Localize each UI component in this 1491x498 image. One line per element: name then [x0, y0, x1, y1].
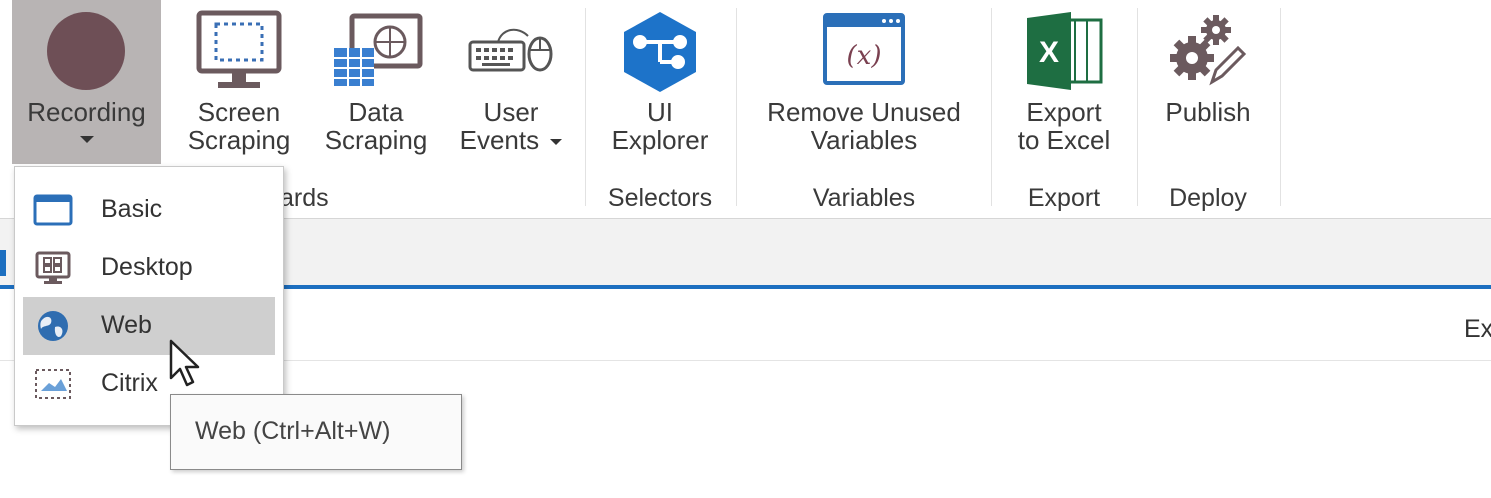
screen-scraping-button[interactable]: Screen Scraping	[176, 0, 302, 164]
svg-text:X: X	[1039, 36, 1059, 69]
variables-group-label: Variables	[812, 184, 916, 212]
group-divider	[991, 8, 992, 206]
data-scraping-line1: Data	[348, 97, 404, 127]
deploy-group-label: Deploy	[1169, 184, 1247, 212]
recording-button[interactable]: Recording	[12, 0, 161, 164]
menu-item-web-label: Web	[101, 311, 152, 339]
screen-scraping-icon	[196, 10, 282, 88]
remove-unused-variables-button[interactable]: (x) Remove Unused Variables	[748, 0, 980, 164]
menu-item-citrix-label: Citrix	[101, 369, 158, 397]
group-divider	[585, 8, 586, 206]
globe-icon	[38, 311, 68, 341]
ui-explorer-icon	[624, 12, 696, 92]
menu-item-web[interactable]: Web	[23, 297, 275, 355]
basic-window-icon	[33, 194, 73, 226]
variable-icon: (x)	[823, 13, 905, 85]
user-events-button[interactable]: User Events	[448, 0, 574, 164]
ui-explorer-line2: Explorer	[611, 125, 709, 155]
screen-scraping-line2: Scraping	[187, 125, 291, 155]
keyboard-mouse-icon	[468, 28, 553, 72]
data-scraping-icon	[334, 13, 423, 86]
group-divider	[1280, 8, 1281, 206]
export-to-excel-button[interactable]: X Export to Excel	[1003, 0, 1125, 164]
user-events-line2-wrap: Events	[448, 126, 574, 154]
ui-explorer-button[interactable]: UI Explorer	[598, 0, 722, 164]
data-scraping-button[interactable]: Data Scraping	[314, 0, 438, 164]
recording-label: Recording	[27, 97, 146, 127]
group-divider	[736, 8, 737, 206]
user-events-line2: Events	[459, 125, 540, 155]
desktop-icon	[35, 251, 71, 284]
group-divider	[1137, 8, 1138, 206]
data-scraping-line2: Scraping	[324, 125, 428, 155]
citrix-icon	[35, 369, 71, 399]
excel-icon: X	[1027, 12, 1103, 90]
remove-unused-line2: Variables	[810, 125, 918, 155]
selectors-group-label: Selectors	[607, 184, 713, 212]
chevron-down-icon	[80, 136, 94, 143]
menu-item-basic[interactable]: Basic	[23, 181, 275, 239]
ui-explorer-line1: UI	[647, 97, 673, 127]
mouse-pointer-icon	[169, 339, 200, 387]
menu-item-basic-label: Basic	[101, 195, 163, 223]
gears-icon	[1170, 15, 1247, 86]
chevron-down-icon	[550, 139, 563, 146]
record-icon	[47, 12, 125, 90]
svg-text:(x): (x)	[847, 41, 882, 71]
tooltip: Web (Ctrl+Alt+W)	[170, 394, 462, 470]
export-excel-line1: Export	[1026, 97, 1102, 127]
remove-unused-line1: Remove Unused	[767, 97, 961, 127]
user-events-line1: User	[483, 97, 539, 127]
menu-item-desktop[interactable]: Desktop	[23, 239, 275, 297]
content-partial-text: Ex	[1464, 315, 1491, 343]
panel-tab-marker[interactable]	[0, 250, 6, 276]
tooltip-text: Web (Ctrl+Alt+W)	[195, 417, 391, 445]
publish-label: Publish	[1165, 97, 1251, 127]
screen-scraping-line1: Screen	[197, 97, 281, 127]
menu-item-desktop-label: Desktop	[101, 253, 193, 281]
publish-button[interactable]: Publish	[1148, 0, 1268, 164]
export-excel-line2: to Excel	[1017, 125, 1111, 155]
wizards-group-text: ards	[280, 184, 329, 212]
export-group-label: Export	[1027, 184, 1101, 212]
recording-dropdown-menu: Basic Desktop Web Citrix	[14, 166, 284, 426]
